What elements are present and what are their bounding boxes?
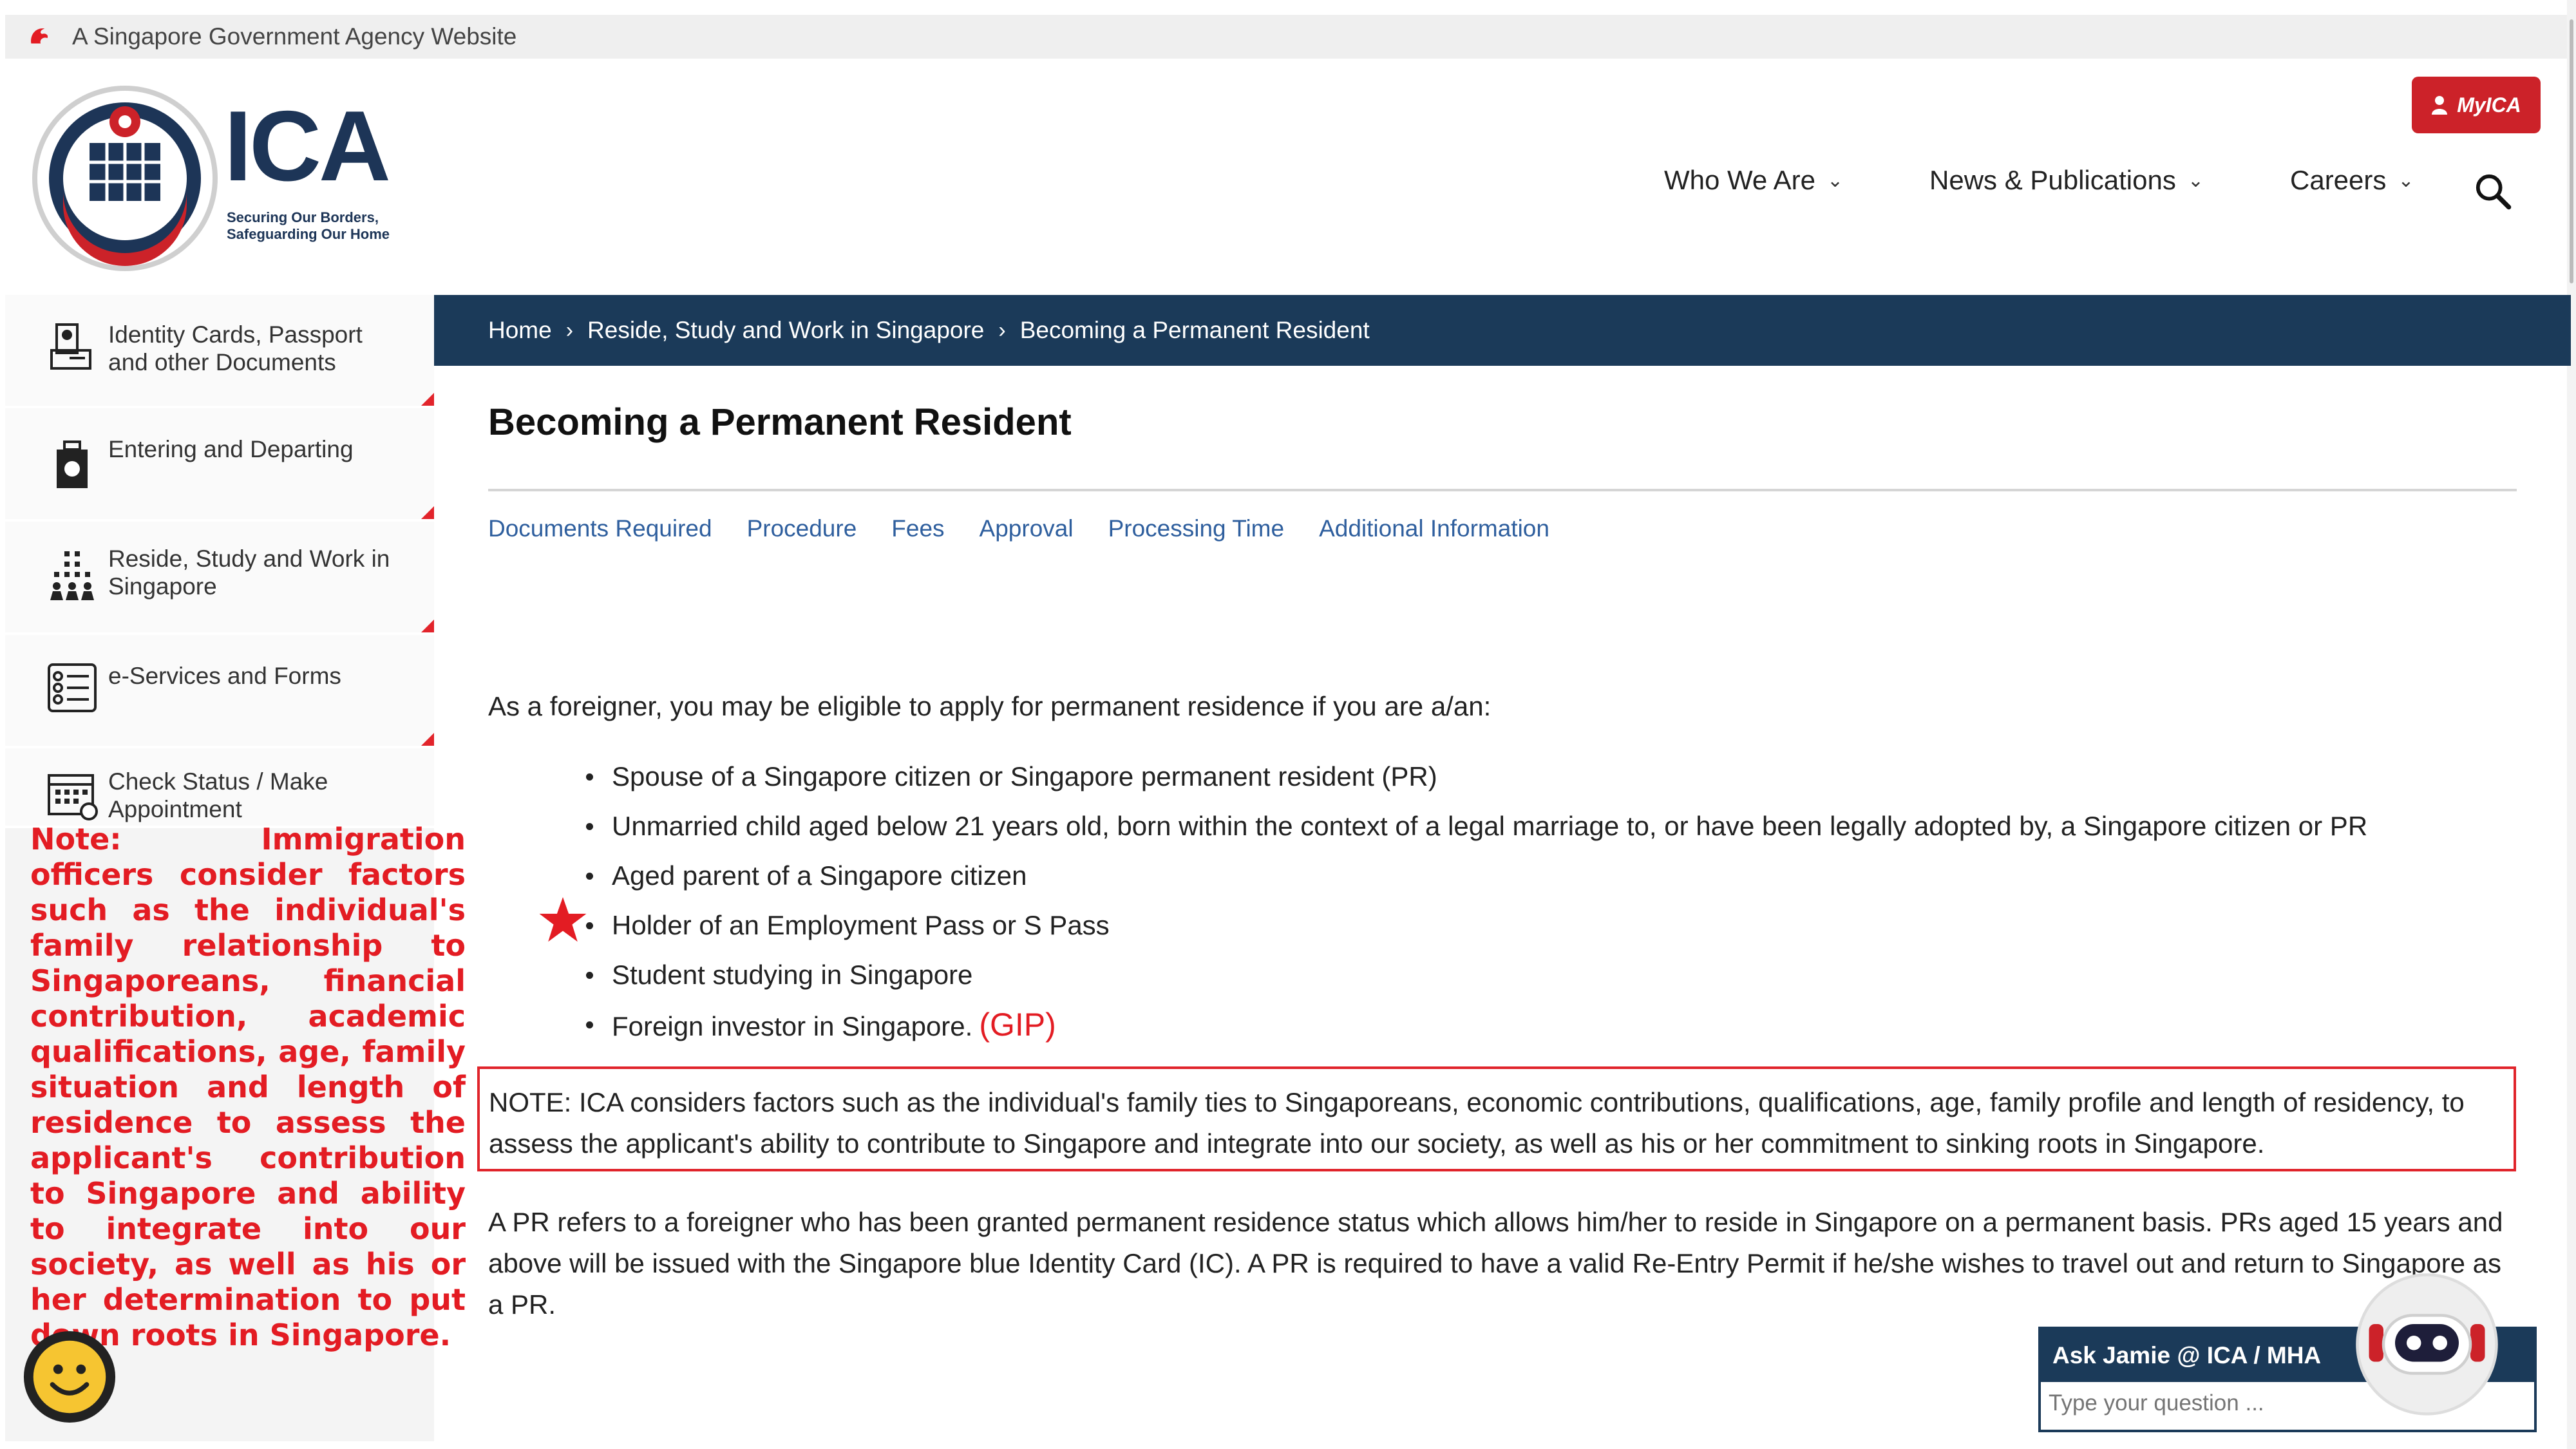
list-item: Student studying in Singapore [586, 953, 2367, 1003]
nav-label: News & Publications [1929, 165, 2176, 195]
list-item: Spouse of a Singapore citizen or Singapo… [586, 755, 2367, 804]
intro-text: As a foreigner, you may be eligible to a… [488, 691, 1492, 721]
sidebar-item-reside-study-work[interactable]: Reside, Study and Work in Singapore [5, 522, 434, 635]
breadcrumb-current: Becoming a Permanent Resident [1019, 317, 1370, 343]
myica-label: MyICA [2457, 93, 2521, 117]
sidebar-item-label: Identity Cards, Passport and other Docum… [108, 321, 363, 375]
chevron-down-icon: ⌄ [2398, 169, 2414, 191]
chevron-right-icon: › [998, 317, 1006, 343]
pr-paragraph: A PR refers to a foreigner who has been … [488, 1207, 2503, 1320]
singapore-lion-icon [31, 28, 48, 44]
sidebar-item-label: Reside, Study and Work in Singapore [108, 545, 390, 600]
nav-label: Careers [2290, 165, 2387, 195]
list-item-text: Foreign investor in Singapore. [612, 1011, 973, 1041]
sidebar-item-check-status[interactable]: Check Status / Make Appointment [5, 748, 434, 828]
myica-button[interactable]: MyICA [2412, 77, 2541, 133]
tab-documents-required[interactable]: Documents Required [488, 515, 712, 542]
divider [488, 489, 2517, 491]
star-icon [539, 897, 587, 942]
site-header: ICA Securing Our Borders, Safeguarding O… [5, 59, 2571, 295]
nav-news-publications[interactable]: News & Publications ⌄ [1929, 165, 2204, 196]
tab-additional-information[interactable]: Additional Information [1319, 515, 1549, 542]
corner-marker [421, 733, 434, 746]
gov-banner: A Singapore Government Agency Website [5, 15, 2571, 59]
breadcrumb-home[interactable]: Home [488, 317, 552, 344]
corner-marker [421, 620, 434, 632]
tab-approval[interactable]: Approval [980, 515, 1074, 542]
ica-tagline: Securing Our Borders, Safeguarding Our H… [227, 209, 420, 243]
nav-careers[interactable]: Careers ⌄ [2290, 165, 2414, 196]
note-box: NOTE: ICA considers factors such as the … [477, 1066, 2516, 1171]
list-item: Holder of an Employment Pass or S Pass [586, 904, 2367, 953]
corner-marker [421, 506, 434, 519]
building-people-icon [50, 551, 94, 600]
calendar-icon [48, 774, 98, 820]
eligibility-list: Spouse of a Singapore citizen or Singapo… [586, 755, 2367, 1052]
sidebar-item-entering-departing[interactable]: Entering and Departing [5, 408, 434, 522]
sidebar-item-label: Entering and Departing [108, 436, 354, 462]
list-item: Aged parent of a Singapore citizen [586, 854, 2367, 904]
sidebar-item-label: Check Status / Make Appointment [108, 768, 328, 822]
search-icon[interactable] [2474, 173, 2512, 210]
gip-annotation: (GIP) [979, 1007, 1056, 1043]
sidebar-item-identity-cards[interactable]: Identity Cards, Passport and other Docum… [5, 295, 434, 408]
gov-banner-text: A Singapore Government Agency Website [72, 23, 517, 50]
scrollbar-thumb[interactable] [2570, 19, 2573, 283]
chevron-down-icon: ⌄ [2187, 169, 2204, 191]
side-annotation-note: Note: Immigration officers consider fact… [30, 822, 466, 1352]
nav-who-we-are[interactable]: Who We Are ⌄ [1664, 165, 1843, 196]
id-card-icon [50, 323, 91, 370]
tab-procedure[interactable]: Procedure [747, 515, 857, 542]
tab-fees[interactable]: Fees [891, 515, 944, 542]
page-title: Becoming a Permanent Resident [488, 401, 1072, 443]
ica-logo-text[interactable]: ICA [224, 96, 391, 196]
sidebar-item-eservices-forms[interactable]: e-Services and Forms [5, 635, 434, 748]
tab-processing-time[interactable]: Processing Time [1108, 515, 1285, 542]
sidebar-item-label: e-Services and Forms [108, 663, 341, 689]
ica-emblem-icon[interactable] [28, 82, 222, 275]
user-icon [2432, 96, 2448, 115]
breadcrumb-reside[interactable]: Reside, Study and Work in Singapore [587, 317, 984, 344]
chevron-down-icon: ⌄ [1826, 169, 1844, 191]
corner-marker [421, 393, 434, 406]
checklist-icon [48, 663, 97, 712]
luggage-icon [57, 440, 88, 488]
chatbot-avatar-icon[interactable] [2354, 1272, 2499, 1417]
nav-label: Who We Are [1664, 165, 1815, 195]
list-item: Unmarried child aged below 21 years old,… [586, 804, 2367, 854]
chevron-right-icon: › [565, 317, 574, 343]
breadcrumb: Home › Reside, Study and Work in Singapo… [434, 295, 2571, 366]
list-item: Foreign investor in Singapore. (GIP) [586, 1003, 2367, 1052]
tagline-line-1: Securing Our Borders, [227, 209, 379, 225]
feedback-smiley-icon[interactable] [22, 1329, 117, 1425]
section-tabs: Documents Required Procedure Fees Approv… [488, 515, 1584, 542]
tagline-line-2: Safeguarding Our Home [227, 226, 390, 242]
